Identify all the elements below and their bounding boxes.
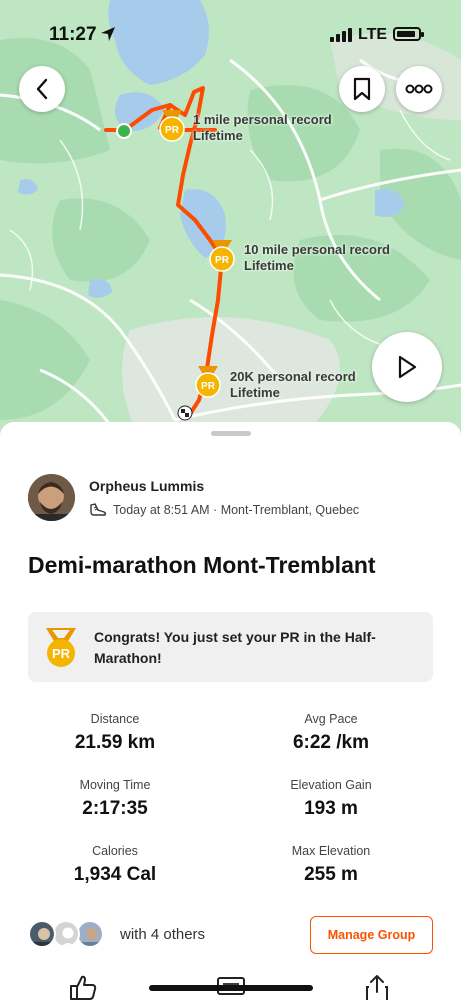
stat-label: Max Elevation bbox=[291, 844, 371, 858]
play-button[interactable] bbox=[372, 332, 442, 402]
network-type: LTE bbox=[358, 26, 388, 43]
group-row: with 4 others Manage Group bbox=[28, 916, 433, 956]
stat-value: 2:17:35 bbox=[82, 798, 148, 819]
pr-pin-icon[interactable]: PR bbox=[158, 110, 186, 147]
group-avatar[interactable] bbox=[76, 920, 104, 948]
group-avatar[interactable] bbox=[52, 920, 80, 948]
stat-label: Moving Time bbox=[79, 778, 151, 792]
svg-text:PR: PR bbox=[52, 646, 71, 661]
stat-elevation-gain: Elevation Gain 193 m bbox=[241, 778, 421, 820]
stat-moving-time: Moving Time 2:17:35 bbox=[25, 778, 205, 820]
stat-label: Distance bbox=[90, 712, 140, 726]
stat-value: 1,934 Cal bbox=[73, 864, 157, 885]
stat-distance: Distance 21.59 km bbox=[25, 712, 205, 754]
stat-label: Calories bbox=[92, 844, 138, 858]
share-icon[interactable] bbox=[364, 974, 390, 1000]
pr-subtitle: Lifetime bbox=[193, 128, 243, 143]
group-text[interactable]: with 4 others bbox=[120, 926, 205, 943]
pr-banner-message: Congrats! You just set your PR in the Ha… bbox=[94, 629, 376, 666]
svg-text:PR: PR bbox=[201, 381, 216, 392]
stat-calories: Calories 1,934 Cal bbox=[25, 844, 205, 886]
pr-title: 10 mile personal record bbox=[244, 242, 390, 257]
stat-label: Avg Pace bbox=[304, 712, 358, 726]
group-avatar[interactable] bbox=[28, 920, 56, 948]
stat-label: Elevation Gain bbox=[290, 778, 372, 792]
route-map[interactable]: PR 1 mile personal record Lifetime PR 10… bbox=[0, 0, 461, 440]
pr-banner[interactable]: PR Congrats! You just set your PR in the… bbox=[28, 612, 433, 682]
stat-value: 193 m bbox=[304, 798, 358, 819]
home-indicator[interactable] bbox=[149, 985, 313, 991]
shoe-icon bbox=[90, 503, 107, 516]
pr-label-10mile: 10 mile personal record Lifetime bbox=[244, 242, 390, 274]
pr-subtitle: Lifetime bbox=[244, 258, 294, 273]
pr-label-20k: 20K personal record Lifetime bbox=[230, 369, 356, 401]
athlete-name[interactable]: Orpheus Lummis bbox=[89, 478, 204, 494]
location-arrow-icon bbox=[101, 27, 115, 41]
svg-text:PR: PR bbox=[165, 125, 180, 136]
play-icon bbox=[398, 355, 417, 379]
svg-text:PR: PR bbox=[215, 255, 230, 266]
stat-value: 6:22 /km bbox=[292, 732, 370, 753]
bookmark-icon bbox=[353, 77, 371, 101]
pr-pin-icon[interactable]: PR bbox=[208, 240, 236, 277]
signal-icon bbox=[330, 28, 352, 42]
pr-title: 1 mile personal record bbox=[193, 112, 332, 127]
activity-sheet: Orpheus Lummis Today at 8:51 AM · Mont-T… bbox=[0, 422, 461, 1000]
stat-max-elevation: Max Elevation 255 m bbox=[241, 844, 421, 886]
status-bar: 11:27 LTE bbox=[0, 18, 461, 52]
pr-badge-icon: PR bbox=[42, 628, 80, 673]
more-button[interactable] bbox=[396, 66, 442, 112]
stat-value: 255 m bbox=[304, 864, 358, 885]
pr-pin-icon[interactable]: PR bbox=[194, 366, 222, 403]
pr-title: 20K personal record bbox=[230, 369, 356, 384]
back-button[interactable] bbox=[19, 66, 65, 112]
activity-title: Demi-marathon Mont-Tremblant bbox=[28, 552, 376, 578]
stat-value: 21.59 km bbox=[74, 732, 156, 753]
activity-meta: Today at 8:51 AM · Mont-Tremblant, Quebe… bbox=[89, 502, 359, 518]
more-icon bbox=[405, 84, 433, 94]
save-button[interactable] bbox=[339, 66, 385, 112]
pr-label-1mile: 1 mile personal record Lifetime bbox=[193, 112, 332, 144]
stat-avg-pace: Avg Pace 6:22 /km bbox=[241, 712, 421, 754]
activity-meta-text: Today at 8:51 AM · Mont-Tremblant, Quebe… bbox=[113, 503, 360, 517]
manage-group-button[interactable]: Manage Group bbox=[310, 916, 433, 954]
thumbs-up-icon[interactable] bbox=[68, 974, 98, 1000]
sheet-grabber[interactable] bbox=[211, 431, 251, 436]
avatar[interactable] bbox=[28, 474, 75, 521]
pr-subtitle: Lifetime bbox=[230, 385, 280, 400]
battery-icon bbox=[393, 27, 424, 41]
status-time: 11:27 bbox=[49, 24, 97, 45]
chevron-left-icon bbox=[36, 78, 48, 100]
